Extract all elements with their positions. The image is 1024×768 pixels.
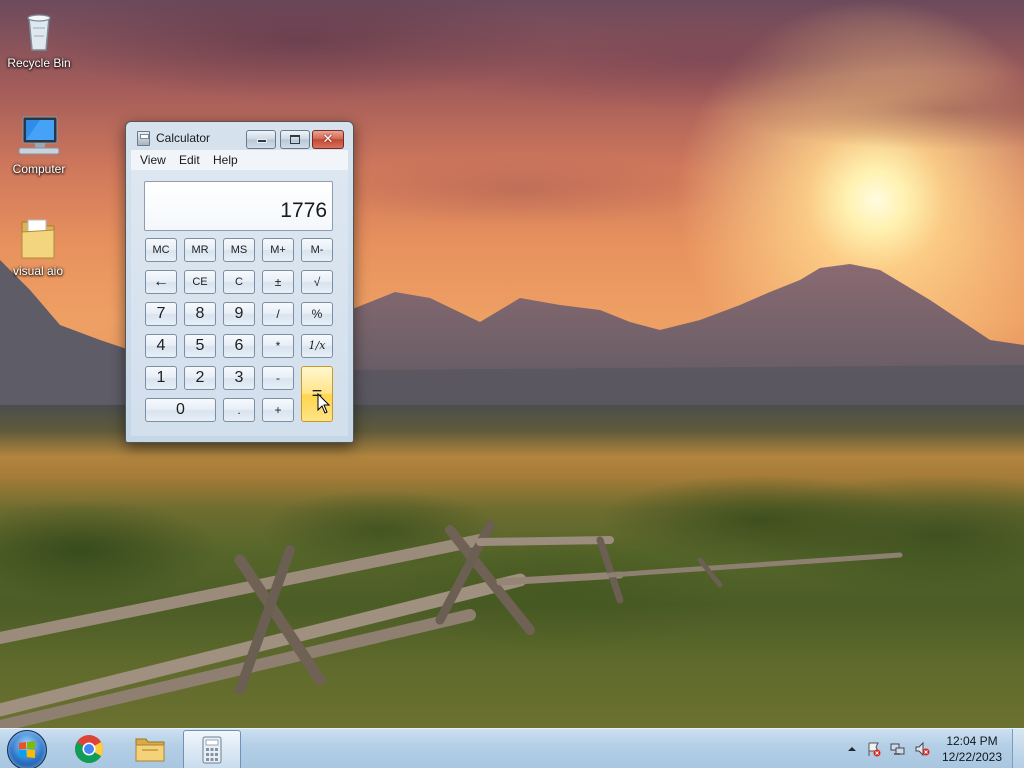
desktop-icon-recycle-bin[interactable]: Recycle Bin <box>1 6 77 70</box>
key-backspace[interactable]: ← <box>145 270 177 294</box>
key-9[interactable]: 9 <box>223 302 255 326</box>
computer-icon <box>15 112 63 160</box>
calculator-icon <box>202 736 222 764</box>
maximize-button[interactable] <box>280 130 310 149</box>
key-m-minus[interactable]: M- <box>301 238 333 262</box>
key-percent[interactable]: % <box>301 302 333 326</box>
windows-logo-icon <box>19 741 35 758</box>
taskbar-calculator[interactable] <box>183 730 241 768</box>
minimize-icon <box>257 139 267 143</box>
wooden-fence <box>0 520 903 728</box>
minimize-button[interactable] <box>246 130 276 149</box>
volume-muted-icon[interactable] <box>914 741 930 757</box>
key-7[interactable]: 7 <box>145 302 177 326</box>
menu-edit[interactable]: Edit <box>179 153 200 167</box>
desktop-icon-visual-aio[interactable]: visual aio <box>0 214 76 278</box>
key-decimal[interactable]: . <box>223 398 255 422</box>
desktop-icon-computer[interactable]: Computer <box>1 112 77 176</box>
key-8[interactable]: 8 <box>184 302 216 326</box>
key-ce[interactable]: CE <box>184 270 216 294</box>
desktop-icon-label: Recycle Bin <box>7 56 71 70</box>
mouse-cursor-icon <box>317 393 331 414</box>
file-explorer-icon <box>135 738 165 762</box>
maximize-icon <box>290 135 300 144</box>
clock-date: 12/22/2023 <box>941 750 1003 764</box>
key-subtract[interactable]: - <box>262 366 294 390</box>
clock[interactable]: 12:04 PM 12/22/2023 <box>930 733 1014 765</box>
window-title: Calculator <box>156 131 211 145</box>
key-c[interactable]: C <box>223 270 255 294</box>
key-plus-minus[interactable]: ± <box>262 270 294 294</box>
menu-help[interactable]: Help <box>213 153 238 167</box>
key-sqrt[interactable]: √ <box>301 270 333 294</box>
key-reciprocal[interactable]: 1/x <box>301 334 333 358</box>
network-icon[interactable] <box>890 741 906 757</box>
menu-view[interactable]: View <box>140 153 166 167</box>
calculator-display: 1776 <box>144 181 333 231</box>
taskbar-file-explorer[interactable] <box>122 730 178 768</box>
taskbar-chrome[interactable] <box>61 730 117 768</box>
key-m-plus[interactable]: M+ <box>262 238 294 262</box>
desktop-icon-label: Computer <box>12 162 66 176</box>
title-bar[interactable]: Calculator ✕ <box>126 122 353 150</box>
chrome-icon <box>75 735 103 763</box>
key-0[interactable]: 0 <box>145 398 216 422</box>
show-hidden-icons[interactable] <box>844 741 860 757</box>
close-button[interactable]: ✕ <box>312 130 344 149</box>
desktop-icon-label: visual aio <box>12 264 64 278</box>
key-5[interactable]: 5 <box>184 334 216 358</box>
taskbar: 12:04 PM 12/22/2023 <box>0 728 1024 768</box>
menu-bar: View Edit Help <box>131 150 348 170</box>
show-desktop-button[interactable] <box>1012 729 1024 768</box>
key-divide[interactable]: / <box>262 302 294 326</box>
key-mr[interactable]: MR <box>184 238 216 262</box>
key-add[interactable]: + <box>262 398 294 422</box>
folder-icon <box>14 214 62 262</box>
calculator-icon <box>137 131 150 146</box>
key-ms[interactable]: MS <box>223 238 255 262</box>
key-1[interactable]: 1 <box>145 366 177 390</box>
key-6[interactable]: 6 <box>223 334 255 358</box>
start-button[interactable] <box>7 730 47 768</box>
close-icon: ✕ <box>322 131 334 146</box>
recycle-bin-icon <box>15 6 63 54</box>
key-3[interactable]: 3 <box>223 366 255 390</box>
clock-time: 12:04 PM <box>946 734 998 748</box>
key-multiply[interactable]: * <box>262 334 294 358</box>
action-center-icon[interactable] <box>866 741 882 757</box>
key-2[interactable]: 2 <box>184 366 216 390</box>
key-4[interactable]: 4 <box>145 334 177 358</box>
calculator-body: 1776 MC MR MS M+ M- ← CE C ± √ 7 8 9 / %… <box>131 170 348 436</box>
display-value: 1776 <box>280 199 327 222</box>
key-mc[interactable]: MC <box>145 238 177 262</box>
